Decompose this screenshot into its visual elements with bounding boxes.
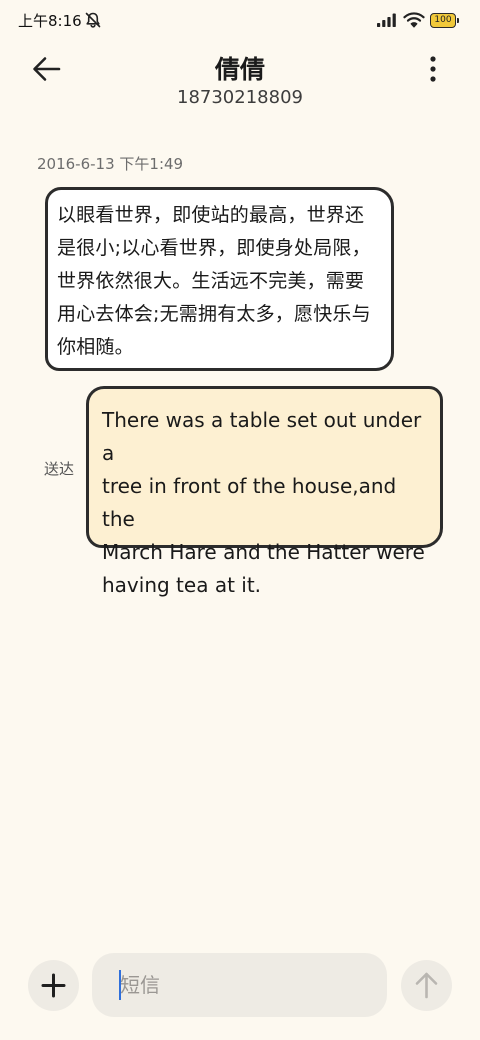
contact-phone-number: 18730218809 — [177, 87, 303, 108]
incoming-message-text: 以眼看世界，即使站的最高，世界还 是很小;以心看世界，即使身处局限， 世界依然很… — [57, 199, 381, 364]
battery-level: 100 — [434, 15, 452, 25]
sms-conversation-screen: 上午8:16 100 倩倩 18730218809 2016-6-13 下午1:… — [0, 0, 480, 1040]
send-arrow-icon — [415, 972, 438, 999]
message-line: March Hare and the Hatter were — [102, 540, 425, 564]
send-button[interactable] — [401, 960, 452, 1011]
message-line: There was a table set out under a — [102, 408, 422, 465]
message-timestamp: 2016-6-13 下午1:49 — [37, 155, 184, 173]
message-line: 用心去体会;无需拥有太多，愿快乐与 — [57, 303, 371, 325]
text-cursor — [119, 970, 121, 1000]
more-vertical-icon — [430, 56, 436, 82]
message-line: having tea at it. — [102, 573, 262, 597]
contact-name: 倩倩 — [214, 55, 265, 84]
status-bar: 上午8:16 100 — [0, 0, 480, 40]
message-input[interactable] — [92, 953, 387, 1017]
battery-icon: 100 — [430, 13, 459, 28]
message-line: 世界依然很大。生活远不完美，需要 — [57, 270, 365, 292]
delivery-status: 送达 — [44, 460, 75, 478]
message-line: 以眼看世界，即使站的最高，世界还 — [57, 204, 365, 226]
outgoing-message-text: There was a table set out under a tree i… — [102, 404, 430, 602]
mute-icon — [85, 12, 101, 28]
message-line: 是很小;以心看世界，即使身处局限， — [57, 237, 371, 259]
outgoing-message-bubble[interactable]: There was a table set out under a tree i… — [86, 386, 443, 597]
message-line: 你相随。 — [57, 336, 134, 358]
incoming-message-bubble[interactable]: 以眼看世界，即使站的最高，世界还 是很小;以心看世界，即使身处局限， 世界依然很… — [45, 187, 394, 371]
status-time: 上午8:16 — [18, 12, 82, 30]
plus-icon — [41, 973, 66, 998]
message-line: tree in front of the house,and the — [102, 474, 397, 531]
more-options-button[interactable] — [420, 54, 446, 84]
wifi-icon — [403, 12, 425, 28]
add-attachment-button[interactable] — [28, 960, 79, 1011]
signal-icon — [377, 13, 396, 27]
